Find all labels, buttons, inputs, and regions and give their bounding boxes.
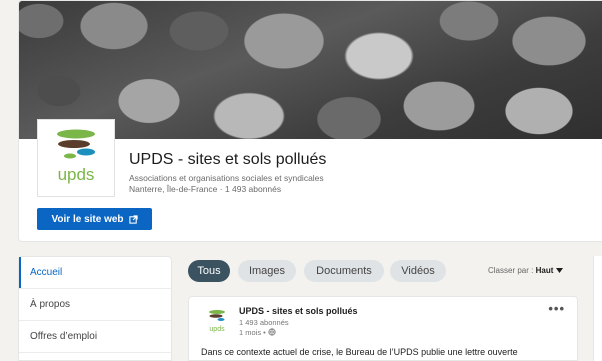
visit-website-button[interactable]: Voir le site web bbox=[37, 208, 152, 230]
filter-videos[interactable]: Vidéos bbox=[390, 260, 446, 282]
feed-post: upds UPDS - sites et sols pollués 1 493 … bbox=[188, 296, 578, 361]
post-time: 1 mois • bbox=[239, 328, 289, 338]
sort-dropdown[interactable]: Classer par : Haut bbox=[488, 266, 563, 275]
nav-item-label: Offres d’emploi bbox=[30, 331, 98, 342]
company-logo[interactable]: upds bbox=[37, 119, 115, 197]
post-author-logo[interactable]: upds bbox=[203, 307, 231, 335]
post-filter-bar: Tous Images Documents Vidéos Classer par… bbox=[188, 260, 578, 282]
nav-item-label: À propos bbox=[30, 299, 71, 310]
upds-logo-icon: upds bbox=[57, 129, 95, 184]
post-text: Dans ce contexte actuel de crise, le Bur… bbox=[201, 347, 518, 357]
company-header-card: upds UPDS - sites et sols pollués Associ… bbox=[18, 0, 602, 242]
filter-documents[interactable]: Documents bbox=[304, 260, 384, 282]
right-sidebar-card bbox=[593, 256, 602, 361]
external-link-icon bbox=[128, 214, 138, 224]
globe-icon bbox=[268, 328, 276, 336]
nav-item-home[interactable]: Accueil bbox=[19, 257, 171, 289]
nav-item-about[interactable]: À propos bbox=[19, 289, 171, 321]
sort-label: Classer par : bbox=[488, 266, 534, 275]
logo-text: upds bbox=[58, 165, 95, 184]
page-navigation: Accueil À propos Offres d’emploi bbox=[18, 256, 172, 361]
filter-all[interactable]: Tous bbox=[188, 260, 230, 282]
nav-item-jobs[interactable]: Offres d’emploi bbox=[19, 321, 171, 353]
post-logo-text: upds bbox=[209, 326, 225, 333]
visit-website-label: Voir le site web bbox=[51, 213, 124, 225]
caret-down-icon bbox=[555, 268, 563, 273]
post-author-name[interactable]: UPDS - sites et sols pollués bbox=[239, 306, 358, 316]
post-time-label: 1 mois • bbox=[239, 328, 266, 337]
post-meta: 1 493 abonnés 1 mois • bbox=[239, 318, 289, 338]
more-options-icon[interactable]: ••• bbox=[548, 301, 565, 316]
company-details: Associations et organisations sociales e… bbox=[129, 173, 324, 195]
nav-item-label: Accueil bbox=[30, 267, 63, 278]
company-location-followers: Nanterre, Île-de-France · 1 493 abonnés bbox=[129, 184, 282, 194]
company-industry: Associations et organisations sociales e… bbox=[129, 173, 324, 183]
company-name: UPDS - sites et sols pollués bbox=[129, 151, 327, 168]
sort-value: Haut bbox=[535, 266, 554, 275]
filter-images[interactable]: Images bbox=[238, 260, 296, 282]
post-followers: 1 493 abonnés bbox=[239, 318, 289, 327]
